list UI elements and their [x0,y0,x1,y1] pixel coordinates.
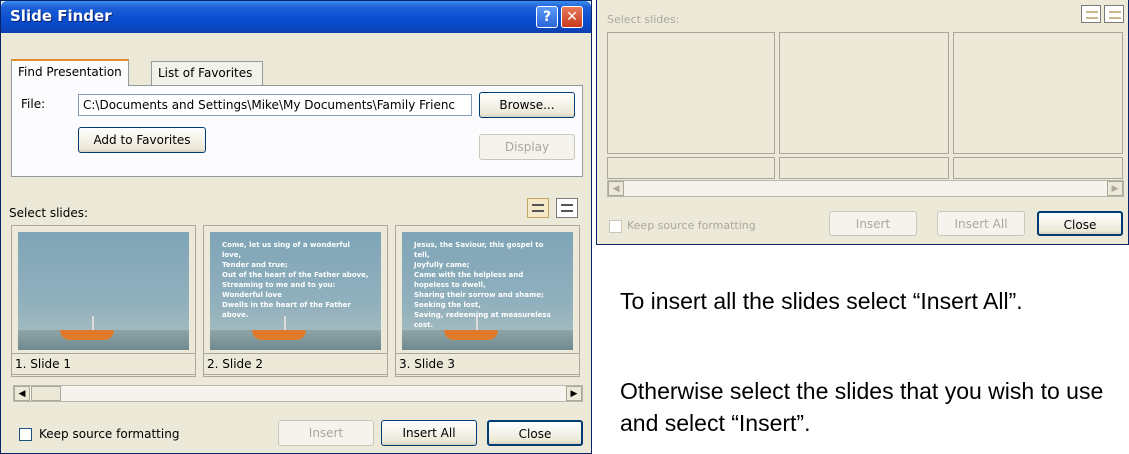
slide-finder-dialog-empty: Select slides: ◀ ▶ Keep source formattin… [596,0,1129,245]
keep-source-formatting-label: Keep source formatting [39,427,180,441]
find-presentation-panel: File: C:\Documents and Settings\Mike\My … [11,85,583,177]
close-button[interactable]: Close [1037,211,1123,236]
scroll-right-arrow-icon[interactable]: ▶ [1107,181,1123,196]
keep-source-formatting-checkbox[interactable] [609,220,622,233]
display-button[interactable]: Display [479,134,575,160]
horizontal-scrollbar[interactable]: ◀ ▶ [13,385,583,402]
slide-view-button[interactable] [527,198,549,218]
slide-caption: 3. Slide 3 [395,353,580,375]
tab-find-presentation[interactable]: Find Presentation [11,59,129,86]
close-icon: ✕ [566,9,578,25]
instruction-insert-all: To insert all the slides select “Insert … [620,288,1023,314]
title-view-icon [1109,11,1121,19]
slide-view-icon [532,204,544,212]
slide-caption: 2. Slide 2 [203,353,388,375]
question-mark-icon: ? [542,9,552,25]
slide-view-button[interactable] [1081,5,1101,23]
scroll-left-arrow-icon[interactable]: ◀ [608,181,624,196]
slide-view-icon [1086,11,1098,19]
insert-button[interactable]: Insert [278,420,374,446]
slide-text: Come, let us sing of a wonderful love, T… [222,241,369,319]
slide-item[interactable]: Come, let us sing of a wonderful love, T… [203,225,388,377]
slide-slot [607,32,775,154]
tab-label: Find Presentation [18,65,122,79]
select-slides-label: Select slides: [9,206,89,220]
slide-slot-caption [953,157,1123,179]
scroll-right-arrow-icon[interactable]: ▶ [566,386,582,401]
close-window-button[interactable]: ✕ [561,6,583,28]
dialog-title: Slide Finder [10,7,112,25]
keep-source-formatting-checkbox[interactable] [19,428,32,441]
help-button[interactable]: ? [536,6,558,28]
file-label: File: [21,97,46,111]
slide-slot-caption [779,157,949,179]
add-to-favorites-button[interactable]: Add to Favorites [78,127,206,153]
insert-all-button[interactable]: Insert All [937,211,1025,236]
slide-item[interactable]: Jesus, the Saviour, this gospel to tell,… [395,225,580,377]
slide-text: Jesus, the Saviour, this gospel to tell,… [414,241,551,329]
instruction-insert-selected: Otherwise select the slides that you wis… [620,378,1104,436]
slide-slot [779,32,949,154]
horizontal-scrollbar[interactable]: ◀ ▶ [607,180,1124,197]
title-view-button[interactable] [556,198,578,218]
tab-label: List of Favorites [158,66,253,80]
title-bar[interactable]: Slide Finder ? ✕ [1,1,591,33]
slide-finder-dialog: Slide Finder ? ✕ Find Presentation List … [0,0,592,454]
scroll-left-arrow-icon[interactable]: ◀ [14,386,30,401]
file-path-field[interactable]: C:\Documents and Settings\Mike\My Docume… [78,94,472,116]
close-button[interactable]: Close [487,420,583,446]
slide-thumbnail: Come, let us sing of a wonderful love, T… [210,232,381,350]
slide-slot [953,32,1123,154]
keep-source-formatting-label: Keep source formatting [627,219,756,232]
insert-all-button[interactable]: Insert All [381,420,477,446]
slide-thumbnail [18,232,189,350]
slide-thumbnail: Jesus, the Saviour, this gospel to tell,… [402,232,573,350]
scroll-thumb[interactable] [31,386,61,401]
insert-button[interactable]: Insert [829,211,917,236]
title-view-icon [561,204,573,212]
browse-button[interactable]: Browse... [479,92,575,118]
slide-caption: 1. Slide 1 [11,353,196,375]
tab-list-of-favorites[interactable]: List of Favorites [151,61,263,85]
slide-slot-caption [607,157,775,179]
slide-item[interactable]: 1. Slide 1 [11,225,196,377]
title-view-button[interactable] [1104,5,1124,23]
select-slides-label: Select slides: [607,13,680,26]
slide-grid: 1. Slide 1 Come, let us sing of a wonder… [11,225,581,407]
